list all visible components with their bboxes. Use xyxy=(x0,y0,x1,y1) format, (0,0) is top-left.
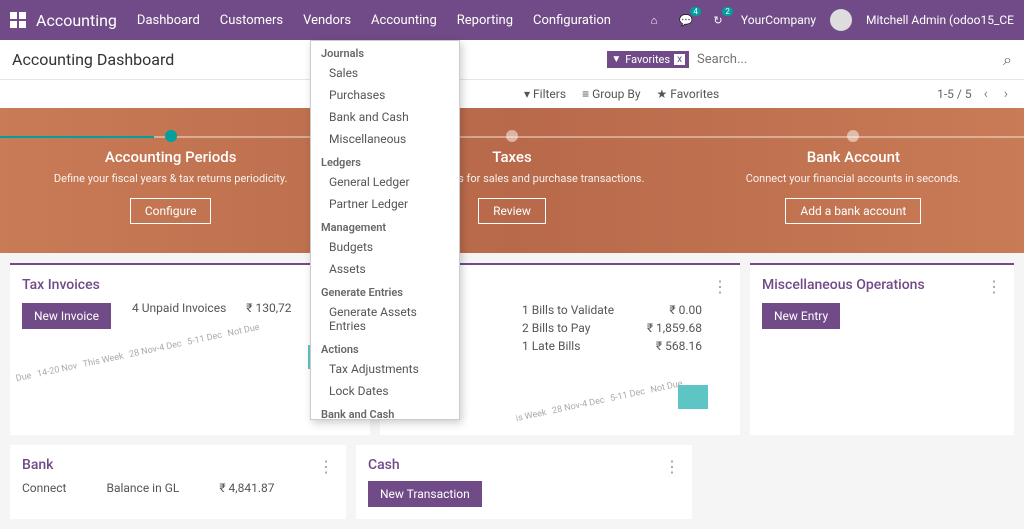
avatar[interactable] xyxy=(830,9,852,31)
dropdown-item[interactable]: Lock Dates xyxy=(311,380,459,402)
dropdown-section-header: Actions xyxy=(311,337,459,358)
dropdown-item[interactable]: Budgets xyxy=(311,236,459,258)
configure-button[interactable]: Configure xyxy=(130,198,212,224)
activity-icon[interactable]: ↻2 xyxy=(709,11,727,29)
pager: 1-5 / 5 ‹ › xyxy=(937,86,1012,102)
controls-row: ▾ Filters ≡ Group By ★ Favorites 1-5 / 5… xyxy=(0,80,1024,108)
card-title: Miscellaneous Operations xyxy=(762,277,1002,293)
step-dot-icon xyxy=(847,130,859,142)
pager-count: 1-5 / 5 xyxy=(937,87,971,101)
dropdown-item[interactable]: Sales xyxy=(311,62,459,84)
favorites-button[interactable]: ★ Favorites xyxy=(657,87,720,101)
search-input[interactable] xyxy=(693,48,993,71)
bill-val: ₹ 568.16 xyxy=(656,339,702,353)
card-cash: ⋮ Cash New Transaction xyxy=(356,445,692,519)
card-title: Tax Invoices xyxy=(22,277,358,293)
chip-label: Favorites xyxy=(625,53,670,66)
balance-label: Balance in GL xyxy=(106,481,179,495)
nav-vendors[interactable]: Vendors xyxy=(303,13,351,28)
filters-button[interactable]: ▾ Filters xyxy=(524,87,566,101)
step-title: Accounting Periods xyxy=(0,148,341,166)
search-chip-favorites[interactable]: ▼ Favorites x xyxy=(607,51,689,68)
card-menu-icon[interactable]: ⋮ xyxy=(712,277,728,296)
dropdown-section-header: Management xyxy=(311,215,459,236)
lower-cards: ⋮ Bank Connect Balance in GL ₹ 4,841.87 … xyxy=(0,445,1024,529)
pager-prev[interactable]: ‹ xyxy=(980,86,992,102)
header-row: Accounting Dashboard ▼ Favorites x ⌕ xyxy=(0,40,1024,80)
nav-dashboard[interactable]: Dashboard xyxy=(137,13,200,28)
bill-val: ₹ 0.00 xyxy=(669,303,702,317)
nav-configuration[interactable]: Configuration xyxy=(533,13,611,28)
dropdown-section-header: Bank and Cash xyxy=(311,402,459,420)
user-menu[interactable]: Mitchell Admin (odoo15_CE xyxy=(866,13,1014,27)
card-bank: ⋮ Bank Connect Balance in GL ₹ 4,841.87 xyxy=(10,445,346,519)
accounting-dropdown: JournalsSalesPurchasesBank and CashMisce… xyxy=(310,40,460,420)
bill-rows: 1 Bills to Validate ₹ 0.00 2 Bills to Pay… xyxy=(522,301,702,355)
dropdown-item[interactable]: Partner Ledger xyxy=(311,193,459,215)
dropdown-item[interactable]: Bank and Cash xyxy=(311,106,459,128)
dropdown-item[interactable]: Purchases xyxy=(311,84,459,106)
kanban-cards: ⋮ Tax Invoices New Invoice 4 Unpaid Invo… xyxy=(0,253,1024,445)
apps-icon[interactable] xyxy=(10,12,26,28)
dropdown-item[interactable]: General Ledger xyxy=(311,171,459,193)
unpaid-link[interactable]: 4 Unpaid Invoices xyxy=(132,301,226,315)
dropdown-item[interactable]: Assets xyxy=(311,258,459,280)
new-invoice-button[interactable]: New Invoice xyxy=(22,303,111,329)
card-menu-icon[interactable]: ⋮ xyxy=(664,457,680,476)
pager-next[interactable]: › xyxy=(1000,86,1012,102)
new-entry-button[interactable]: New Entry xyxy=(762,303,840,329)
dropdown-item[interactable]: Miscellaneous xyxy=(311,128,459,150)
card-title: Bank xyxy=(22,457,334,473)
dropdown-section-header: Journals xyxy=(311,41,459,62)
nav-reporting[interactable]: Reporting xyxy=(457,13,513,28)
nav-customers[interactable]: Customers xyxy=(220,13,283,28)
nav-accounting[interactable]: Accounting xyxy=(371,13,437,28)
onboarding-banner: Accounting Periods Define your fiscal ye… xyxy=(0,108,1024,253)
home-icon[interactable]: ⌂ xyxy=(645,11,663,29)
search-wrap: ▼ Favorites x ⌕ xyxy=(607,48,1012,71)
groupby-button[interactable]: ≡ Group By xyxy=(582,87,640,101)
filter-icon: ▼ xyxy=(611,54,621,65)
topbar: Accounting Dashboard Customers Vendors A… xyxy=(0,0,1024,40)
brand[interactable]: Accounting xyxy=(36,11,117,30)
dropdown-section-header: Ledgers xyxy=(311,150,459,171)
step-dot-icon xyxy=(506,130,518,142)
search-icon[interactable]: ⌕ xyxy=(1003,50,1012,70)
step-bank: Bank Account Connect your financial acco… xyxy=(683,108,1024,253)
unpaid-amount: ₹ 130,72 xyxy=(246,301,291,315)
add-bank-button[interactable]: Add a bank account xyxy=(785,198,921,224)
main-nav: Dashboard Customers Vendors Accounting R… xyxy=(137,13,611,28)
step-periods: Accounting Periods Define your fiscal ye… xyxy=(0,108,341,253)
connect-link[interactable]: Connect xyxy=(22,481,66,495)
step-dot-icon xyxy=(165,130,177,142)
bill-label[interactable]: 2 Bills to Pay xyxy=(522,321,590,335)
dropdown-item[interactable]: Generate Assets Entries xyxy=(311,301,459,337)
company-switcher[interactable]: YourCompany xyxy=(741,13,816,27)
step-desc: Define your fiscal years & tax returns p… xyxy=(0,172,341,186)
step-desc: Connect your financial accounts in secon… xyxy=(683,172,1024,186)
bill-val: ₹ 1,859.68 xyxy=(647,321,702,335)
bill-label[interactable]: 1 Bills to Validate xyxy=(522,303,614,317)
new-transaction-button[interactable]: New Transaction xyxy=(368,481,482,507)
dropdown-item[interactable]: Tax Adjustments xyxy=(311,358,459,380)
step-title: Bank Account xyxy=(683,148,1024,166)
review-button[interactable]: Review xyxy=(478,198,546,224)
chat-icon[interactable]: 💬4 xyxy=(677,11,695,29)
card-title: Cash xyxy=(368,457,680,473)
chip-remove[interactable]: x xyxy=(674,54,685,65)
card-menu-icon[interactable]: ⋮ xyxy=(986,277,1002,296)
bill-label[interactable]: 1 Late Bills xyxy=(522,339,580,353)
card-menu-icon[interactable]: ⋮ xyxy=(318,457,334,476)
balance-value: ₹ 4,841.87 xyxy=(219,481,274,495)
topbar-right: ⌂ 💬4 ↻2 YourCompany Mitchell Admin (odoo… xyxy=(645,9,1014,31)
dropdown-section-header: Generate Entries xyxy=(311,280,459,301)
page-title: Accounting Dashboard xyxy=(12,50,174,69)
card-misc-operations: ⋮ Miscellaneous Operations New Entry xyxy=(750,263,1014,435)
